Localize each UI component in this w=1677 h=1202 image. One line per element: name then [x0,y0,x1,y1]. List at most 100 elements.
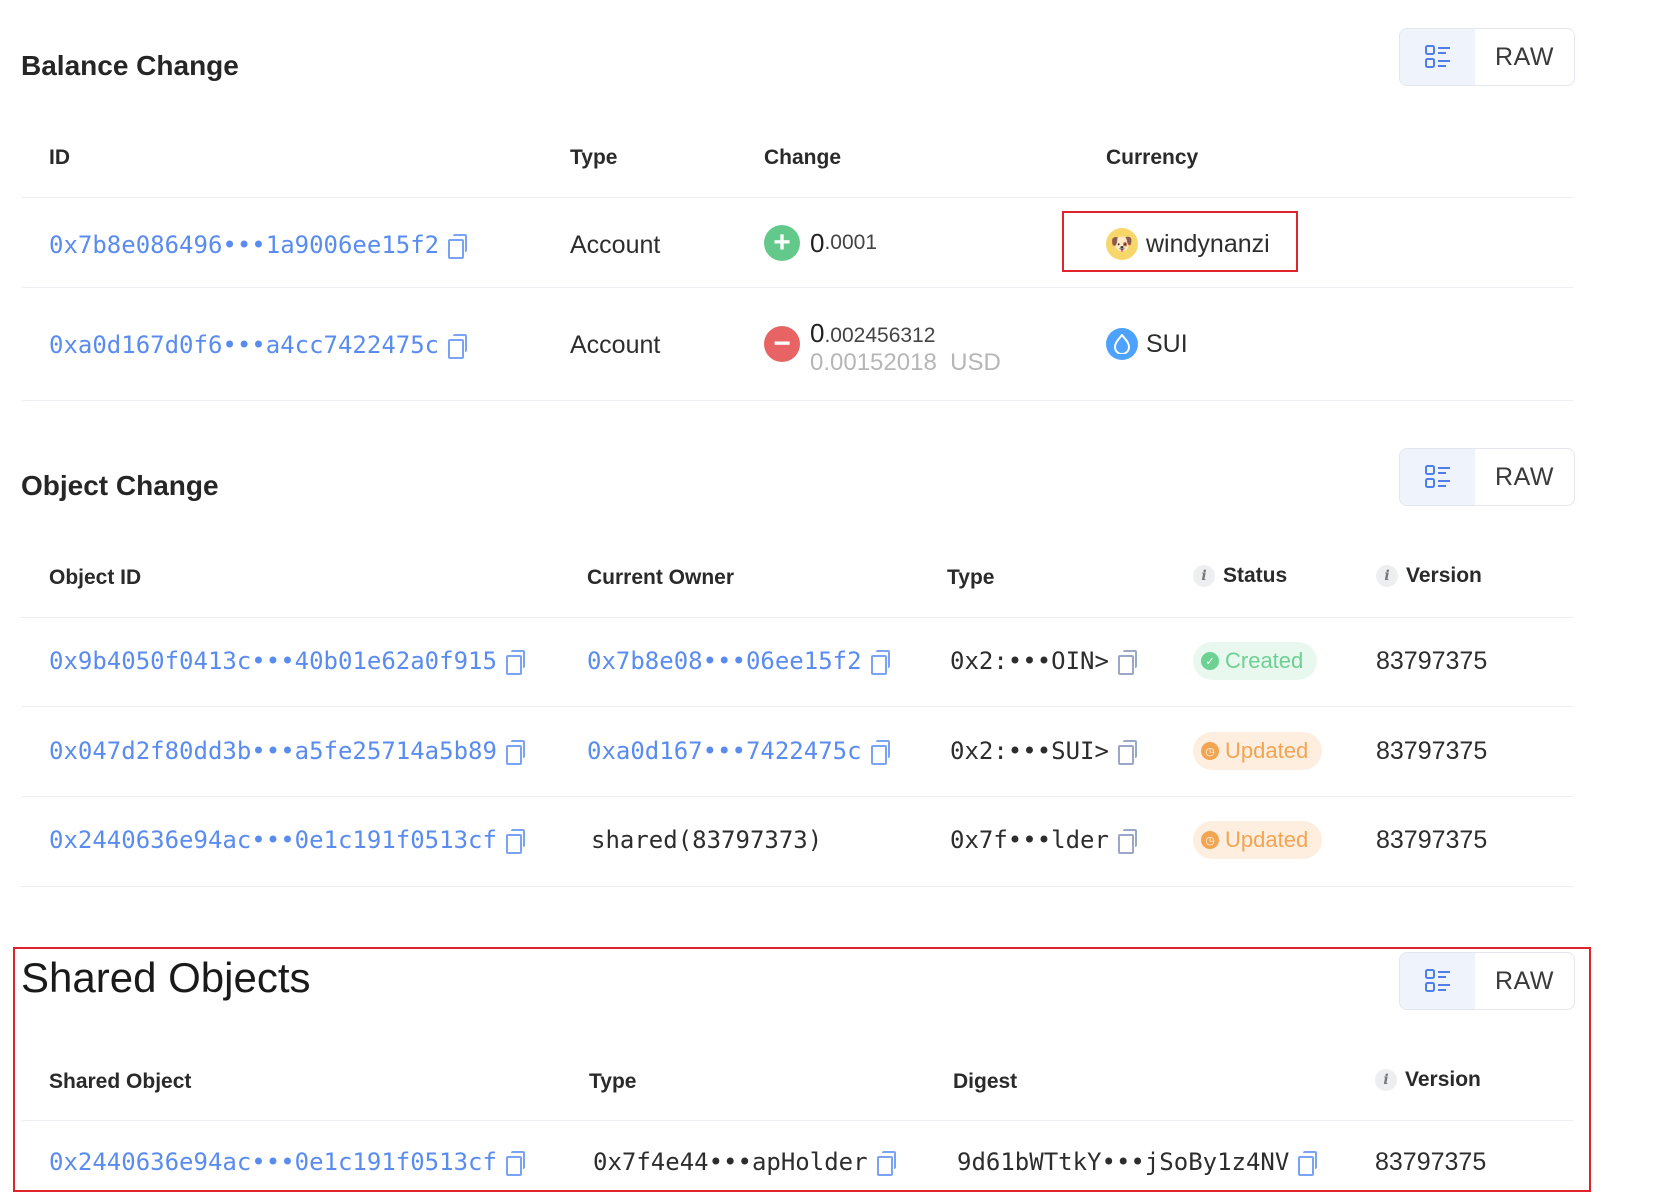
status-cell: ◷ Updated [1193,732,1323,770]
column-header-shared-object: Shared Object [49,1070,192,1093]
amount-decimal: .0001 [824,231,878,254]
balance-change-value: − 0.002456312 0.00152018 USD [764,318,1001,378]
shared-object-type-text: 0x7f4e44•••apHolder [593,1148,868,1176]
object-type: 0x2:•••SUI> [950,734,1137,768]
divider [21,1120,1574,1121]
shared-object-type: 0x7f4e44•••apHolder [593,1145,896,1179]
info-icon[interactable]: i [1376,565,1398,587]
view-toggle: RAW [1399,28,1575,86]
column-header-object-id: Object ID [49,566,142,589]
status-badge: ◷ Updated [1193,821,1323,859]
divider [21,617,1574,618]
column-header-version-label: Version [1406,564,1482,587]
column-header-current-owner: Current Owner [587,566,735,589]
object-type: 0x2:•••OIN> [950,644,1137,678]
copy-icon[interactable] [448,234,468,259]
balance-id-link[interactable]: 0xa0d167d0f6•••a4cc7422475c [49,328,468,362]
copy-icon[interactable] [505,740,525,765]
version-value: 83797375 [1376,646,1488,675]
copy-icon[interactable] [870,650,890,675]
object-type-text: 0x2:•••SUI> [950,737,1109,765]
amount-integer: 0 [810,318,825,348]
status-cell: ◷ Updated [1193,821,1323,859]
column-header-type: Type [947,566,995,589]
balance-id-link[interactable]: 0x7b8e086496•••1a9006ee15f2 [49,228,468,262]
list-view-button[interactable] [1400,29,1475,85]
object-type-text: 0x7f•••lder [950,826,1109,854]
currency-cell[interactable]: SUI [1106,326,1188,362]
balance-id-text[interactable]: 0xa0d167d0f6•••a4cc7422475c [49,331,439,359]
amount-usd: 0.00152018 USD [810,349,1001,376]
view-toggle: RAW [1399,952,1575,1010]
copy-icon[interactable] [505,650,525,675]
status-badge: ◷ Updated [1193,732,1323,770]
object-change-title: Object Change [21,470,219,501]
digest-text: 9d61bWTtkY•••jSoBy1z4NV [957,1148,1290,1176]
copy-icon[interactable] [505,829,525,854]
column-header-change: Change [764,146,842,169]
sui-coin-icon [1106,328,1138,360]
version-value: 83797375 [1376,736,1488,765]
column-header-status-label: Status [1223,564,1288,587]
object-id-link[interactable]: 0x047d2f80dd3b•••a5fe25714a5b89 [49,734,525,768]
object-id-text[interactable]: 0x047d2f80dd3b•••a5fe25714a5b89 [49,737,497,765]
currency-name[interactable]: SUI [1146,330,1188,359]
clock-icon: ◷ [1201,742,1219,760]
divider [21,197,1574,198]
list-view-button[interactable] [1400,953,1475,1009]
copy-icon[interactable] [1298,1151,1318,1176]
divider [21,886,1574,887]
column-header-status: i Status [1193,564,1287,588]
owner-text[interactable]: 0x7b8e08•••06ee15f2 [587,647,862,675]
object-change-section: Object Change RAW Object ID Current Owne… [21,420,1575,890]
amount-decimal: .002456312 [824,324,936,347]
list-view-icon [1424,45,1450,68]
shared-objects-title: Shared Objects [21,954,311,1001]
owner-link[interactable]: 0x7b8e08•••06ee15f2 [587,644,890,678]
info-icon[interactable]: i [1193,565,1215,587]
copy-icon[interactable] [1117,650,1137,675]
column-header-currency: Currency [1106,146,1199,169]
copy-icon[interactable] [1117,740,1137,765]
raw-view-button[interactable]: RAW [1475,449,1574,505]
owner-link[interactable]: 0xa0d167•••7422475c [587,734,890,768]
raw-view-button[interactable]: RAW [1475,953,1574,1009]
list-view-icon [1424,465,1450,488]
plus-circle-icon: + [764,225,800,261]
shared-object-link[interactable]: 0x2440636e94ac•••0e1c191f0513cf [49,1145,525,1179]
copy-icon[interactable] [1117,829,1137,854]
amount-integer: 0 [810,227,825,258]
copy-icon[interactable] [870,740,890,765]
copy-icon[interactable] [876,1151,896,1176]
check-circle-icon: ✓ [1201,652,1219,670]
balance-change-value: + 0 .0001 [764,223,877,263]
divider [21,706,1574,707]
digest-value: 9d61bWTtkY•••jSoBy1z4NV [957,1145,1318,1179]
balance-id-text[interactable]: 0x7b8e086496•••1a9006ee15f2 [49,231,439,259]
list-view-icon [1424,969,1450,992]
balance-change-section: Balance Change RAW ID Type Change Curren… [21,0,1575,401]
status-text: Created [1225,648,1304,673]
copy-icon[interactable] [448,334,468,359]
view-toggle: RAW [1399,448,1575,506]
object-type-text: 0x2:•••OIN> [950,647,1109,675]
status-cell: ✓ Created [1193,642,1318,680]
object-type: 0x7f•••lder [950,823,1137,857]
balance-change-title: Balance Change [21,50,239,81]
status-text: Updated [1225,827,1309,852]
copy-icon[interactable] [505,1151,525,1176]
column-header-digest: Digest [953,1070,1018,1093]
raw-view-button[interactable]: RAW [1475,29,1574,85]
object-id-link[interactable]: 0x9b4050f0413c•••40b01e62a0f915 [49,644,525,678]
object-id-text[interactable]: 0x2440636e94ac•••0e1c191f0513cf [49,826,497,854]
owner-text[interactable]: 0xa0d167•••7422475c [587,737,862,765]
column-header-version: i Version [1376,564,1482,588]
shared-object-text[interactable]: 0x2440636e94ac•••0e1c191f0513cf [49,1148,497,1176]
object-id-link[interactable]: 0x2440636e94ac•••0e1c191f0513cf [49,823,525,857]
object-id-text[interactable]: 0x9b4050f0413c•••40b01e62a0f915 [49,647,497,675]
version-value: 83797375 [1376,825,1488,854]
info-icon[interactable]: i [1375,1069,1397,1091]
list-view-button[interactable] [1400,449,1475,505]
divider [21,287,1574,288]
clock-icon: ◷ [1201,831,1219,849]
